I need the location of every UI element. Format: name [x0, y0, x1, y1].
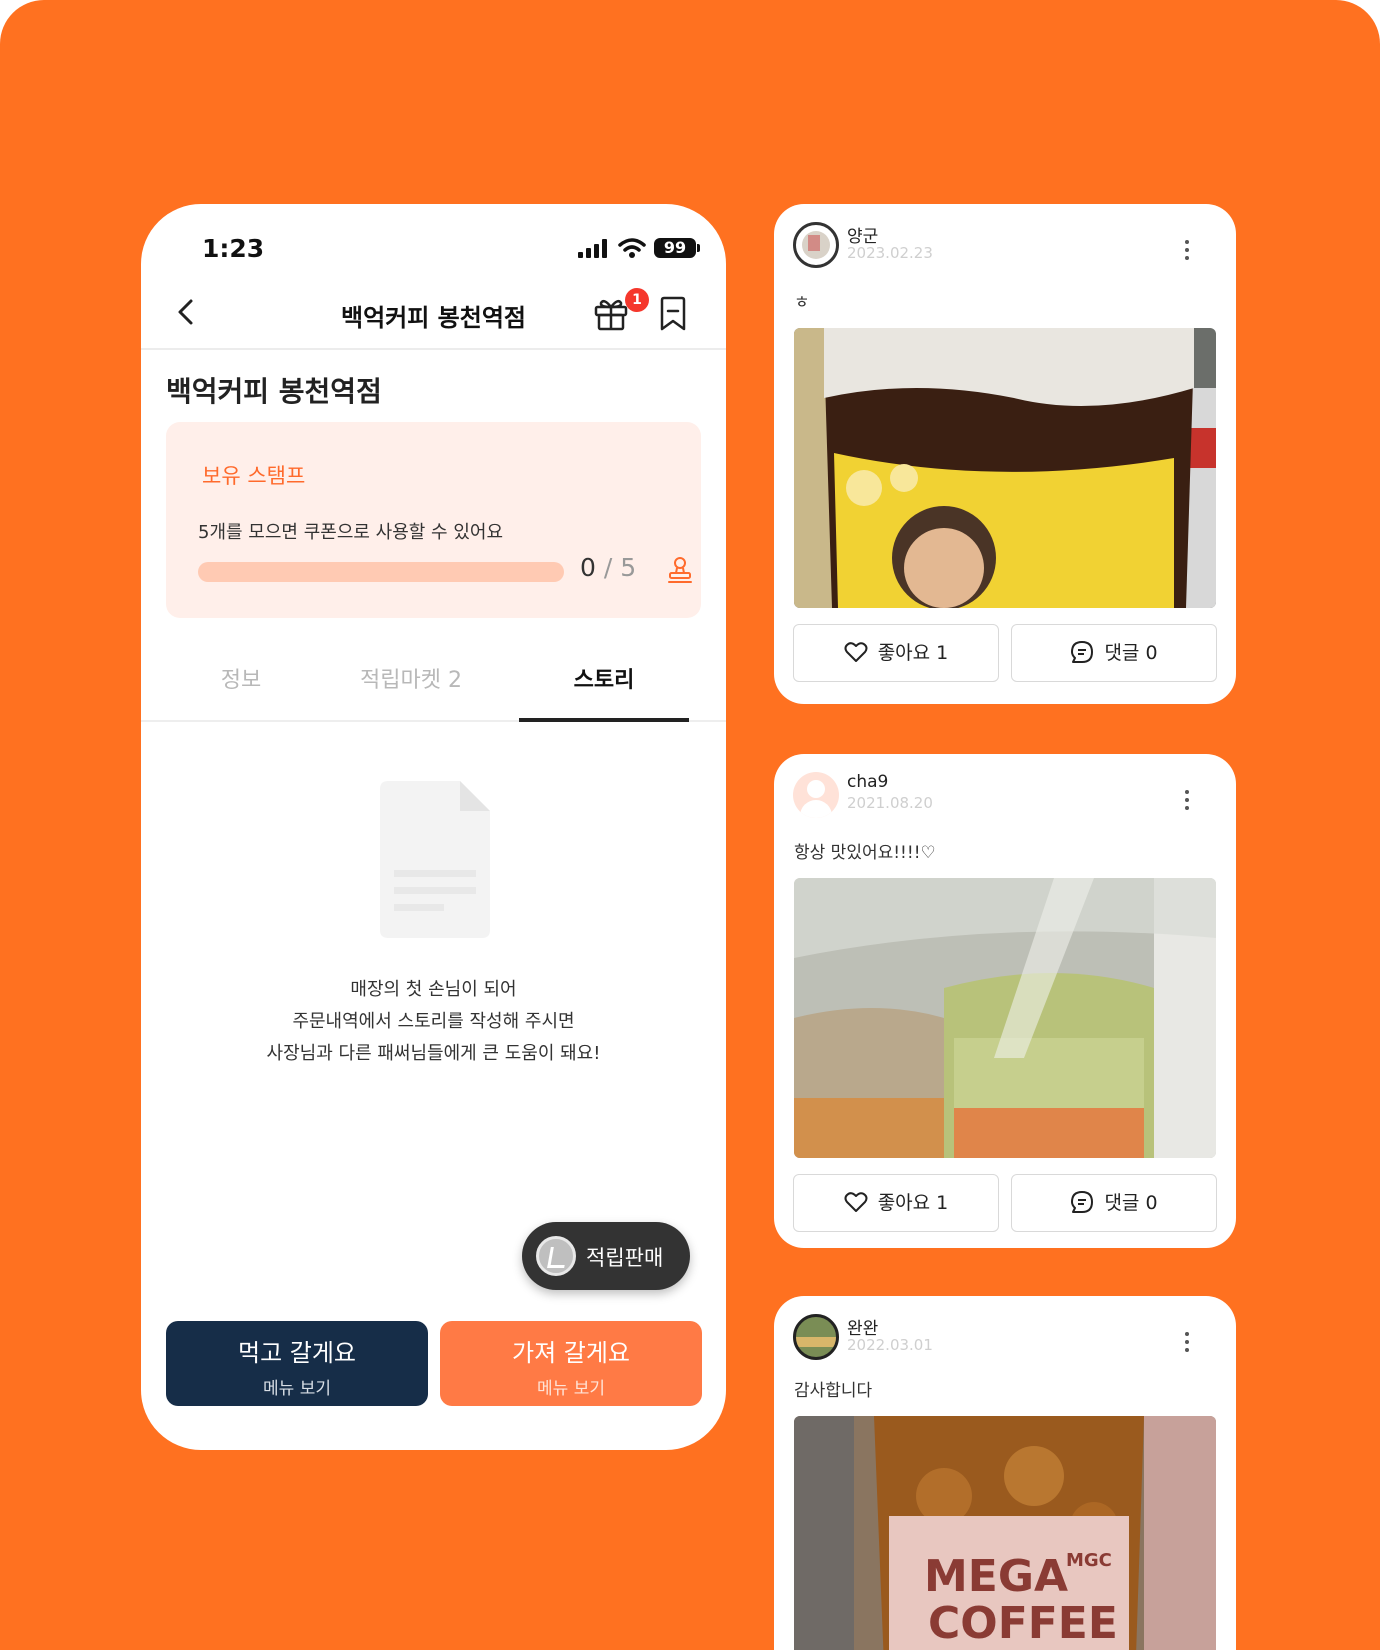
comment-icon: [1071, 1190, 1094, 1213]
tab-market[interactable]: 적립마켓 2: [326, 656, 496, 722]
story-date: 2021.08.20: [847, 794, 933, 812]
heart-icon: [844, 641, 868, 662]
store-name: 백억커피 봉천역점: [166, 375, 382, 408]
story-card: cha9 2021.08.20 항상 맛있어요!!!!♡ 좋아요 1 댓글 0: [774, 754, 1236, 1248]
status-time: 1:23: [202, 234, 265, 263]
like-label: 좋아요 1: [877, 1192, 949, 1214]
nav-bar: 백억커피 봉천역점 1: [141, 274, 726, 350]
avatar[interactable]: [793, 772, 839, 818]
tab-info[interactable]: 정보: [156, 656, 326, 722]
comment-label: 댓글 0: [1104, 642, 1158, 664]
stamp-icon: [668, 557, 692, 583]
heart-icon: [844, 1191, 868, 1212]
more-options-icon[interactable]: [1184, 240, 1190, 262]
stamp-count: 0 / 5: [580, 553, 636, 582]
bookmark-icon[interactable]: [657, 296, 689, 332]
story-username: cha9: [847, 772, 889, 792]
dine-in-button[interactable]: 먹고 갈게요 메뉴 보기: [166, 1321, 428, 1406]
points-sale-button[interactable]: 적립판매: [522, 1222, 690, 1290]
story-photo[interactable]: [794, 328, 1216, 608]
story-card: 완완 2022.03.01 감사합니다 MEGA COFFEE MGC: [774, 1296, 1236, 1650]
like-button[interactable]: 좋아요 1: [793, 1174, 999, 1232]
dine-in-label: 먹고 갈게요: [237, 1339, 357, 1367]
cellular-signal-icon: [578, 238, 610, 258]
stamp-card: 보유 스탬프 5개를 모으면 쿠폰으로 사용할 수 있어요 0 / 5: [166, 422, 701, 618]
takeout-button[interactable]: 가져 갈게요 메뉴 보기: [440, 1321, 702, 1406]
photo-mega-text: MEGA: [924, 1551, 1068, 1602]
story-card: 양군 2023.02.23 ㅎ 좋아요 1 댓글 0: [774, 204, 1236, 704]
coffee-cup-photo: [794, 328, 1216, 608]
photo-coffee-text: COFFEE: [928, 1598, 1118, 1649]
page-background: 1:23 99 백억커피 봉천역점 1 백억커피 봉천역점 보유 스탬프 5개를…: [0, 0, 1380, 1650]
empty-document-icon: [380, 781, 490, 938]
like-button[interactable]: 좋아요 1: [793, 624, 999, 682]
tab-story[interactable]: 스토리: [519, 656, 689, 722]
stamp-separator: /: [603, 553, 613, 582]
stamp-label: 보유 스탬프: [202, 464, 306, 488]
gift-count-badge: 1: [625, 288, 649, 312]
points-sale-label: 적립판매: [586, 1246, 664, 1270]
takeout-menu-label: 메뉴 보기: [537, 1379, 605, 1399]
battery-icon: 99: [654, 238, 700, 258]
empty-state-line: 주문내역에서 스토리를 작성해 주시면: [292, 1011, 575, 1032]
avatar[interactable]: [793, 222, 839, 268]
avatar[interactable]: [793, 1314, 839, 1360]
coin-icon: [536, 1236, 576, 1276]
status-bar: 1:23 99: [141, 204, 726, 274]
comment-button[interactable]: 댓글 0: [1011, 624, 1217, 682]
story-text: ㅎ: [794, 293, 810, 313]
dine-in-menu-label: 메뉴 보기: [263, 1379, 331, 1399]
comment-label: 댓글 0: [1104, 1192, 1158, 1214]
photo-mgc-text: MGC: [1066, 1550, 1112, 1571]
store-tabs: 정보 적립마켓 2 스토리: [141, 656, 726, 722]
like-label: 좋아요 1: [877, 642, 949, 664]
story-date: 2022.03.01: [847, 1336, 933, 1354]
comment-button[interactable]: 댓글 0: [1011, 1174, 1217, 1232]
empty-state-line: 사장님과 다른 패써님들에게 큰 도움이 돼요!: [266, 1043, 601, 1064]
story-text: 감사합니다: [794, 1381, 873, 1401]
comment-icon: [1071, 640, 1094, 663]
more-options-icon[interactable]: [1184, 1332, 1190, 1354]
phone-screen: 1:23 99 백억커피 봉천역점 1 백억커피 봉천역점 보유 스탬프 5개를…: [141, 204, 726, 1450]
story-photo[interactable]: MEGA COFFEE MGC: [794, 1416, 1216, 1650]
stamp-total: 5: [620, 553, 637, 582]
empty-state-line: 매장의 첫 손님이 되어: [350, 979, 517, 1000]
wifi-icon: [618, 238, 646, 258]
takeout-label: 가져 갈게요: [511, 1339, 631, 1367]
stamp-current: 0: [580, 553, 596, 582]
mega-coffee-cup-photo: MEGA COFFEE MGC: [794, 1416, 1216, 1650]
story-date: 2023.02.23: [847, 244, 933, 262]
story-text: 항상 맛있어요!!!!♡: [794, 843, 936, 863]
plastic-bag-drinks-photo: [794, 878, 1216, 1158]
stamp-progress-bar: [198, 562, 564, 582]
story-photo[interactable]: [794, 878, 1216, 1158]
empty-state-message: 매장의 첫 손님이 되어 주문내역에서 스토리를 작성해 주시면 사장님과 다른…: [141, 974, 726, 1070]
stamp-description: 5개를 모으면 쿠폰으로 사용할 수 있어요: [198, 522, 504, 543]
more-options-icon[interactable]: [1184, 790, 1190, 812]
